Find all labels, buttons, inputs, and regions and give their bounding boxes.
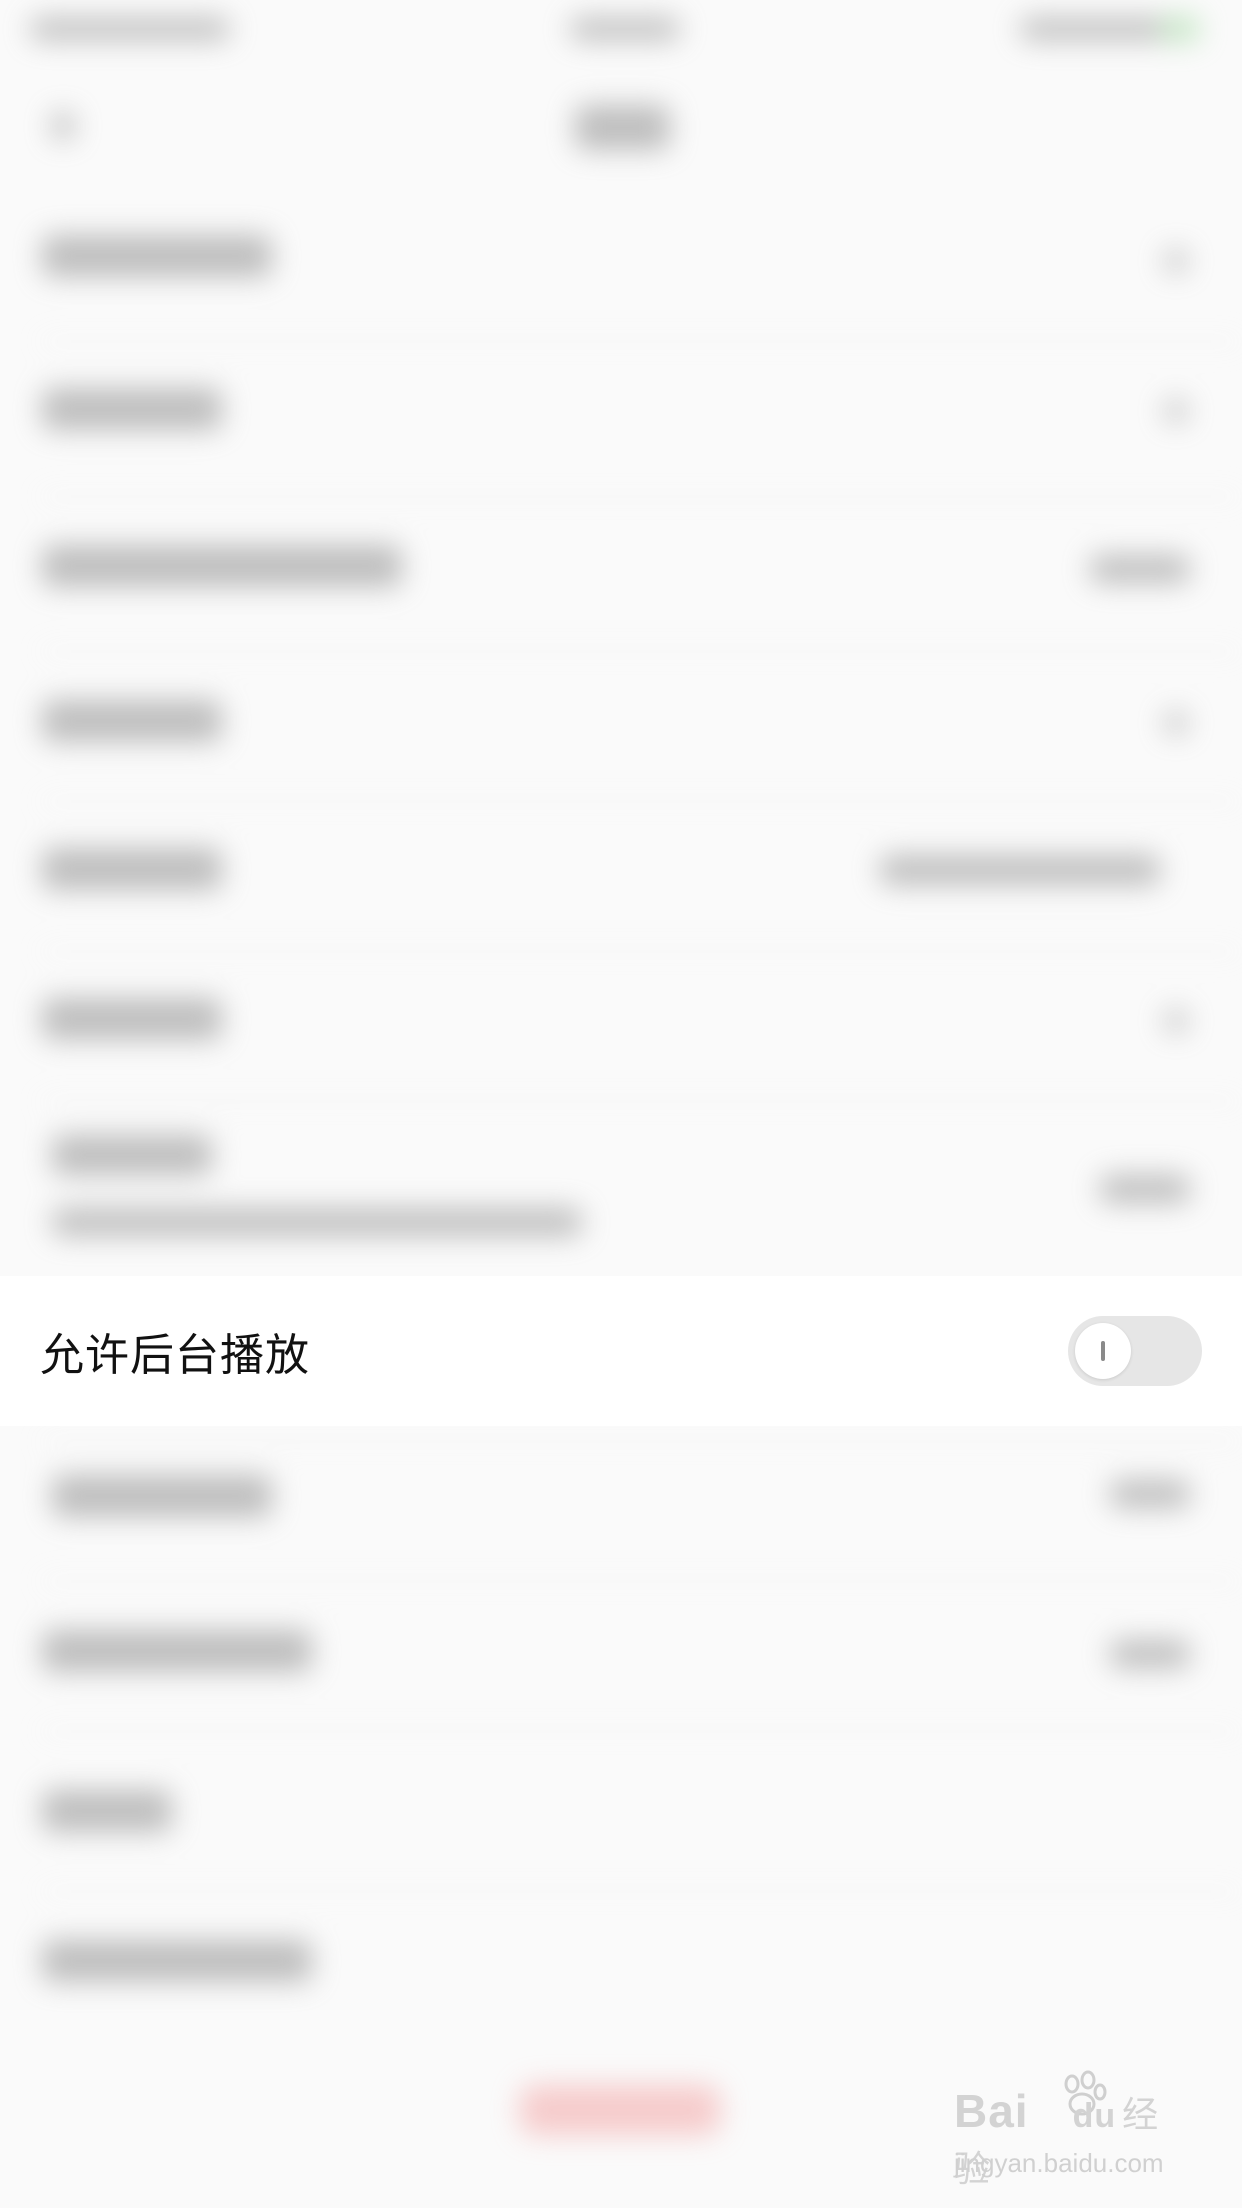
baidu-jingyan-watermark: Bai du 经验 jingyan.baidu.com — [950, 2070, 1180, 2190]
toggle-knob — [1075, 1323, 1131, 1379]
watermark-url: jingyan.baidu.com — [954, 2148, 1164, 2178]
allow-background-play-label: 允许后台播放 — [40, 1330, 310, 1381]
settings-screen: 允许后台播放 Bai du 经验 jingyan.baidu.com — [0, 0, 1242, 2208]
blurred-background — [0, 0, 1242, 2208]
toggle-off-mark-icon — [1101, 1341, 1105, 1361]
allow-background-play-row[interactable]: 允许后台播放 — [0, 1276, 1242, 1426]
allow-background-play-toggle[interactable] — [1068, 1316, 1202, 1386]
